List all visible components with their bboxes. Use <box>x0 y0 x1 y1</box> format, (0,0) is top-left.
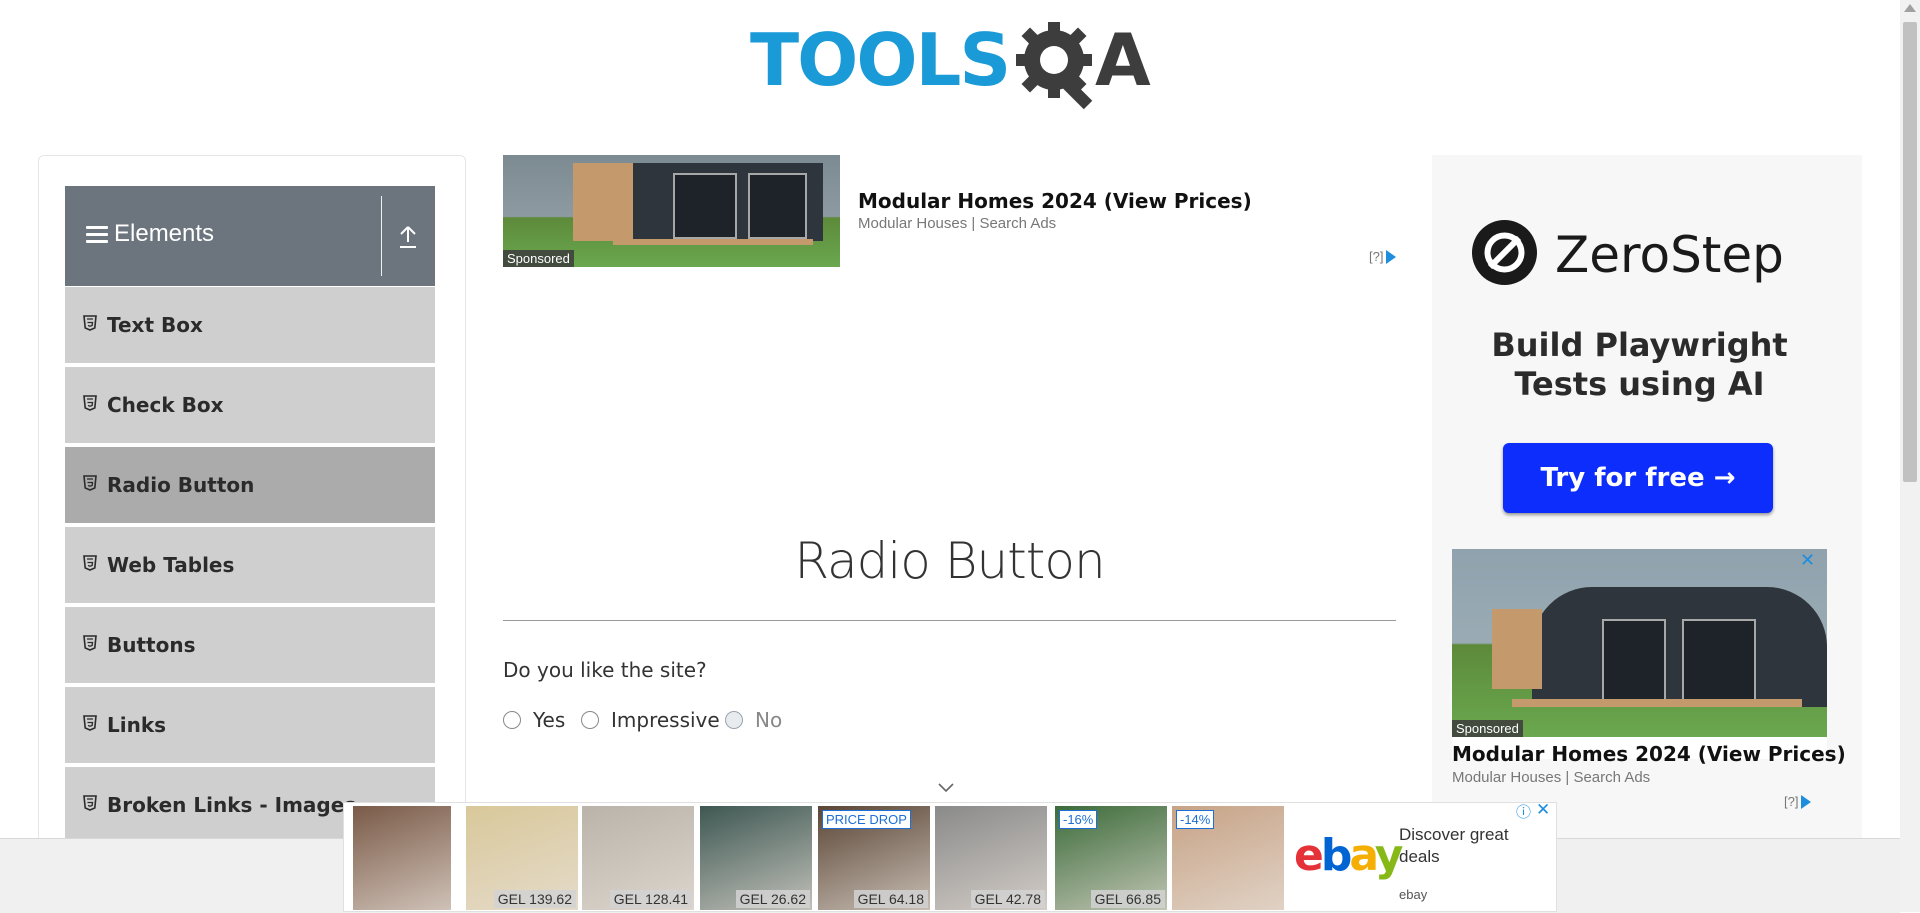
price-label: GEL 139.62 <box>493 890 576 908</box>
adchoices[interactable]: [?] <box>1369 249 1397 264</box>
ad-image[interactable]: Sponsored <box>503 155 840 267</box>
elements-group-header[interactable]: Elements <box>65 186 435 286</box>
try-for-free-button[interactable]: Try for free → <box>1503 443 1773 513</box>
product-tile[interactable]: GEL 128.41 <box>582 806 694 910</box>
discount-badge: -16% <box>1059 810 1098 829</box>
price-drop-badge: PRICE DROP <box>822 810 911 829</box>
radio-label[interactable]: Yes <box>533 708 565 732</box>
ebay-tagline[interactable]: Discover great deals <box>1399 824 1539 868</box>
ad-title[interactable]: Modular Homes 2024 (View Prices) <box>858 189 1252 213</box>
sidebar-item-label: Buttons <box>107 633 196 657</box>
product-tile[interactable] <box>353 806 451 910</box>
ad-title[interactable]: Modular Homes 2024 (View Prices) <box>1452 742 1846 766</box>
sidebar-item-label: Text Box <box>107 313 203 337</box>
adchoice-label: [?] <box>1784 794 1799 809</box>
logo-tools-text: TOOLS <box>750 18 1011 102</box>
sidebar-item-label: Web Tables <box>107 553 235 577</box>
html5-icon <box>83 555 97 571</box>
group-title-label: Elements <box>114 220 215 247</box>
toolsqa-logo[interactable]: TOOLS A <box>750 18 1155 114</box>
ad-source: Modular Houses | Search Ads <box>1452 769 1651 786</box>
price-label: GEL 66.85 <box>1090 890 1165 908</box>
chevron-down-icon[interactable] <box>937 782 955 794</box>
price-label: GEL 42.78 <box>970 890 1045 908</box>
price-label: GEL 128.41 <box>609 890 692 908</box>
sidebar-item-label: Links <box>107 713 167 737</box>
radio-label: No <box>755 708 783 732</box>
radio-circle <box>725 711 743 729</box>
title-divider <box>503 620 1396 621</box>
html5-icon <box>83 395 97 411</box>
radio-label[interactable]: Impressive <box>611 708 720 732</box>
product-tile[interactable]: -14% <box>1172 806 1284 910</box>
sidebar-item-radio-button[interactable]: Radio Button <box>65 447 435 525</box>
zerostep-headline: Build Playwright Tests using AI <box>1491 326 1788 403</box>
sidebar-item-buttons[interactable]: Buttons <box>65 607 435 685</box>
scroll-up-arrow-icon[interactable] <box>1904 4 1916 12</box>
html5-icon <box>83 315 97 331</box>
hamburger-icon <box>86 225 108 243</box>
html5-icon <box>83 715 97 731</box>
ad-source: Modular Houses | Search Ads <box>858 215 1057 232</box>
product-tile[interactable]: PRICE DROP GEL 64.18 <box>818 806 930 910</box>
zerostep-brand: ZeroStep <box>1555 226 1784 284</box>
radio-circle[interactable] <box>503 711 521 729</box>
product-tile[interactable]: -16% GEL 66.85 <box>1055 806 1167 910</box>
sponsored-label: Sponsored <box>1452 720 1523 737</box>
adchoices[interactable]: [?] <box>1784 794 1812 809</box>
sidebar-item-label: Check Box <box>107 393 224 417</box>
sidebar-item-links[interactable]: Links <box>65 687 435 765</box>
sidebar-item-text-box[interactable]: Text Box <box>65 287 435 365</box>
gear-icon <box>1016 22 1093 110</box>
header-divider <box>381 196 382 276</box>
product-tile[interactable]: GEL 26.62 <box>700 806 812 910</box>
radio-no: No <box>725 708 782 732</box>
scrollbar-thumb[interactable] <box>1903 22 1917 482</box>
ad-image[interactable]: Sponsored <box>1452 549 1827 737</box>
html5-icon <box>83 475 97 491</box>
radio-impressive[interactable]: Impressive <box>581 708 720 732</box>
page-title: Radio Button <box>794 532 1105 590</box>
info-icon[interactable]: ⓘ <box>1516 801 1531 822</box>
radio-yes[interactable]: Yes <box>503 708 565 732</box>
adchoices-icon <box>1801 794 1812 809</box>
question-text: Do you like the site? <box>503 658 707 682</box>
logo-qa-text: A <box>1095 18 1151 102</box>
top-ad-banner[interactable]: Sponsored Modular Homes 2024 (View Price… <box>503 155 1413 267</box>
html5-icon <box>83 795 97 811</box>
zerostep-logo-icon <box>1472 220 1537 285</box>
group-title: Elements <box>86 220 214 248</box>
ebay-logo[interactable]: ebay <box>1294 830 1403 881</box>
close-icon[interactable]: ✕ <box>1536 800 1550 820</box>
sidebar-item-check-box[interactable]: Check Box <box>65 367 435 445</box>
radio-circle[interactable] <box>581 711 599 729</box>
collapse-arrow-icon[interactable] <box>396 222 420 250</box>
ebay-source: ebay <box>1399 887 1428 902</box>
right-ad-card[interactable]: Sponsored <box>1452 549 1827 759</box>
adchoices-icon <box>1386 249 1397 264</box>
product-tile[interactable]: GEL 42.78 <box>935 806 1047 910</box>
sponsored-label: Sponsored <box>503 250 574 267</box>
discount-badge: -14% <box>1176 810 1215 829</box>
html5-icon <box>83 635 97 651</box>
sidebar-item-label: Broken Links - Images <box>107 793 357 817</box>
sidebar-item-web-tables[interactable]: Web Tables <box>65 527 435 605</box>
adchoice-label: [?] <box>1369 249 1384 264</box>
price-label: GEL 64.18 <box>853 890 928 908</box>
price-label: GEL 26.62 <box>735 890 810 908</box>
close-icon[interactable]: ✕ <box>1800 550 1815 571</box>
product-tile[interactable]: GEL 139.62 <box>466 806 578 910</box>
sidebar-item-label: Radio Button <box>107 473 255 497</box>
